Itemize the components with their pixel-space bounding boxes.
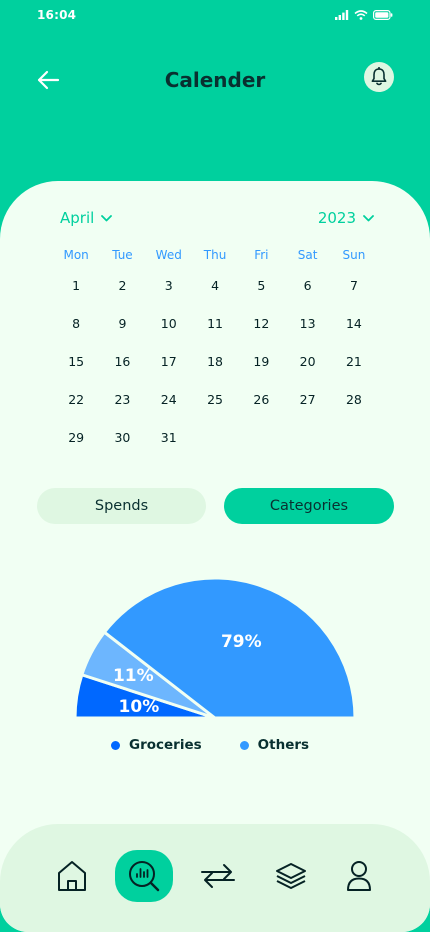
nav-home[interactable] (44, 850, 100, 902)
category-pie-chart: 10% 11% 79% (73, 576, 357, 720)
calendar-day[interactable]: 9 (99, 316, 145, 331)
phone-screen: 16:04 Calender April 2023 Mon Tue Wed Th… (0, 0, 430, 932)
content-sheet: April 2023 Mon Tue Wed Thu Fri Sat Sun 1 (0, 181, 430, 932)
calendar-day[interactable]: 5 (238, 278, 284, 293)
weekday-label: Fri (254, 248, 269, 262)
notification-button[interactable] (364, 62, 394, 92)
analysis-icon (129, 861, 160, 892)
weekday-label: Sun (342, 248, 366, 262)
legend-label-others: Others (257, 737, 310, 753)
calendar-day[interactable]: 1 (53, 278, 99, 293)
month-label: April (60, 209, 95, 227)
legend-dot-others (239, 740, 249, 750)
pie-slices (73, 576, 357, 720)
calendar-week: 8 9 10 11 12 13 14 (53, 316, 377, 331)
weekday-label: Wed (155, 248, 182, 262)
calendar-day[interactable]: 30 (99, 430, 145, 445)
status-time: 16:04 (37, 8, 77, 22)
calendar-day[interactable]: 14 (331, 316, 377, 331)
calendar-day[interactable]: 16 (99, 354, 145, 369)
calendar-day[interactable]: 27 (284, 392, 330, 407)
legend-label-groceries: Groceries (129, 737, 202, 753)
calendar-week: 1 2 3 4 5 6 7 (53, 278, 377, 293)
weekday-label: Thu (203, 248, 227, 262)
calendar-day[interactable]: 24 (146, 392, 192, 407)
calendar-day[interactable]: 7 (331, 278, 377, 293)
categories-tab[interactable]: Categories (224, 488, 394, 524)
header: Calender (0, 58, 430, 102)
calendar-day[interactable]: 23 (99, 392, 145, 407)
weekday-row: Mon Tue Wed Thu Fri Sat Sun (53, 248, 377, 262)
calendar-day[interactable]: 22 (53, 392, 99, 407)
calendar-day[interactable]: 13 (284, 316, 330, 331)
nav-transactions[interactable] (190, 850, 246, 902)
wifi-icon (354, 10, 368, 20)
calendar-day[interactable]: 29 (53, 430, 99, 445)
calendar-day[interactable]: 10 (146, 316, 192, 331)
calendar-day[interactable]: 17 (146, 354, 192, 369)
calendar-week: 15 16 17 18 19 20 21 (53, 354, 377, 369)
back-button[interactable] (33, 66, 63, 94)
chart-legend: Groceries Others (111, 737, 309, 753)
calendar-day[interactable]: 20 (284, 354, 330, 369)
calendar-week: 22 23 24 25 26 27 28 (53, 392, 377, 407)
status-icons (335, 10, 393, 20)
weekday-label: Tue (112, 248, 133, 262)
nav-analysis[interactable] (115, 850, 173, 902)
pie-slice-label: 11% (113, 666, 154, 686)
nav-profile[interactable] (331, 850, 387, 902)
calendar-day[interactable]: 6 (284, 278, 330, 293)
calendar-week: 29 30 31 (53, 430, 377, 445)
bottom-navigation (0, 824, 430, 932)
calendar-day[interactable]: 2 (99, 278, 145, 293)
status-bar: 16:04 (0, 0, 430, 30)
pie-slice-label: 79% (221, 632, 262, 652)
profile-icon (347, 861, 371, 891)
nav-layers[interactable] (263, 850, 319, 902)
calendar-day[interactable]: 12 (238, 316, 284, 331)
year-label: 2023 (317, 209, 356, 227)
legend-dot-groceries (111, 740, 120, 750)
signal-icon (335, 10, 349, 20)
calendar-header: April 2023 (60, 207, 374, 229)
calendar-day[interactable]: 11 (192, 316, 238, 331)
calendar-day[interactable]: 19 (238, 354, 284, 369)
layers-icon (276, 863, 306, 889)
calendar-day[interactable]: 3 (146, 278, 192, 293)
pie-slice-label: 10% (119, 697, 160, 717)
bell-icon (371, 67, 387, 86)
home-icon (58, 861, 86, 891)
year-dropdown[interactable]: 2023 (318, 209, 374, 227)
calendar-day[interactable]: 21 (331, 354, 377, 369)
legend-item: Groceries (111, 737, 202, 753)
calendar-day[interactable]: 31 (146, 430, 192, 445)
page-title: Calender (164, 68, 266, 92)
arrow-left-icon (37, 70, 60, 90)
calendar-day[interactable]: 8 (53, 316, 99, 331)
calendar-day[interactable]: 25 (192, 392, 238, 407)
spends-tab[interactable]: Spends (37, 488, 206, 524)
month-dropdown[interactable]: April (60, 209, 113, 227)
calendar-day[interactable]: 26 (238, 392, 284, 407)
weekday-label: Sat (297, 248, 318, 262)
chevron-down-icon (101, 214, 113, 221)
calendar-day[interactable]: 18 (192, 354, 238, 369)
chevron-down-icon (363, 214, 374, 221)
legend-item: Others (239, 737, 310, 753)
calendar-day[interactable]: 28 (331, 392, 377, 407)
calendar-day[interactable]: 4 (192, 278, 238, 293)
battery-icon (373, 10, 393, 20)
transactions-icon (201, 864, 235, 888)
calendar-day[interactable]: 15 (53, 354, 99, 369)
weekday-label: Mon (63, 248, 89, 262)
